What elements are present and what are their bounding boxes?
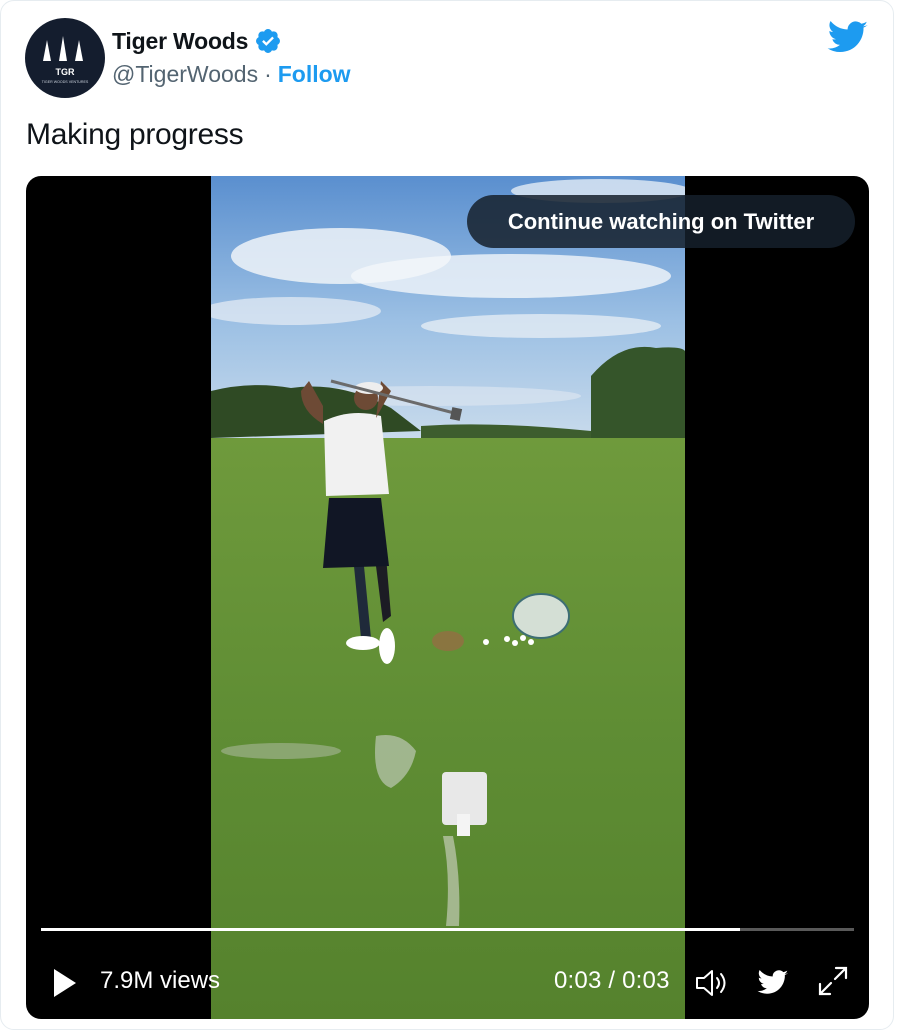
continue-watching-button[interactable]: Continue watching on Twitter bbox=[467, 195, 855, 248]
author-name[interactable]: Tiger Woods bbox=[112, 27, 282, 55]
separator-dot: · bbox=[264, 61, 272, 87]
avatar-logo-text: TGR bbox=[56, 67, 75, 77]
twitter-bird-icon[interactable] bbox=[827, 21, 869, 55]
video-frame[interactable] bbox=[211, 176, 685, 1019]
video-still-image bbox=[211, 176, 685, 1019]
view-count: 7.9M views bbox=[100, 967, 221, 994]
author-handle-line: @TigerWoods · Follow bbox=[112, 61, 351, 88]
avatar-logo-subtext: TIGER WOODS VENTURES bbox=[42, 80, 89, 84]
fullscreen-icon[interactable] bbox=[816, 964, 850, 998]
verified-badge-icon bbox=[256, 29, 281, 53]
play-icon[interactable] bbox=[53, 968, 77, 998]
follow-button[interactable]: Follow bbox=[278, 61, 351, 88]
author-handle[interactable]: @TigerWoods bbox=[112, 61, 258, 88]
avatar[interactable]: TGR TIGER WOODS VENTURES bbox=[25, 18, 105, 98]
progress-bar[interactable] bbox=[41, 928, 854, 931]
twitter-bird-icon[interactable] bbox=[757, 970, 789, 996]
video-controls: 7.9M views 0:03 / 0:03 bbox=[26, 946, 869, 1016]
volume-icon[interactable] bbox=[694, 968, 730, 998]
time-display: 0:03 / 0:03 bbox=[554, 967, 670, 994]
progress-fill bbox=[41, 928, 741, 931]
author-name-text: Tiger Woods bbox=[112, 27, 249, 54]
tweet-text: Making progress bbox=[26, 118, 244, 151]
tweet-card: TGR TIGER WOODS VENTURES Tiger Woods @Ti… bbox=[0, 0, 894, 1030]
video-player[interactable]: Continue watching on Twitter 7.9M views … bbox=[26, 176, 869, 1019]
